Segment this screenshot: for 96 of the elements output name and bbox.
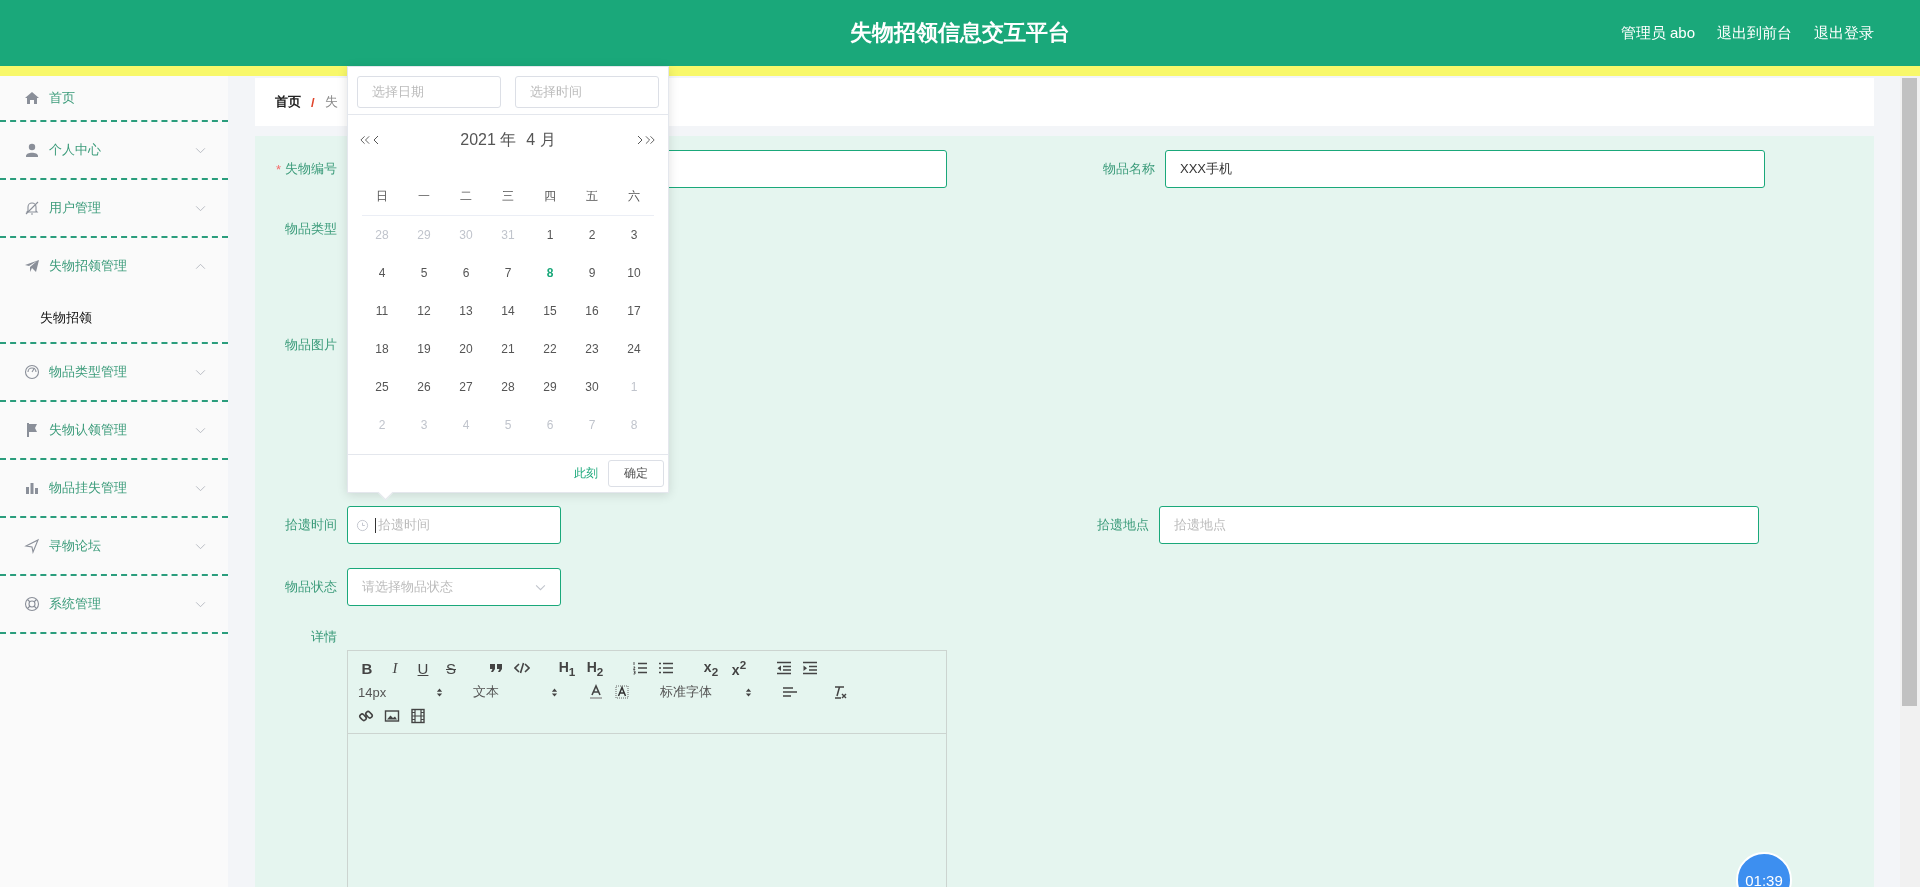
format-button[interactable]: S: [442, 659, 460, 677]
field-label: 失物编号: [285, 160, 337, 178]
format-button[interactable]: B: [358, 659, 376, 677]
scrollbar-thumb[interactable]: [1902, 78, 1917, 706]
image-icon[interactable]: [384, 708, 400, 724]
user-icon: [24, 142, 40, 158]
calendar-day[interactable]: 22: [529, 330, 571, 368]
link-icon[interactable]: [358, 708, 374, 724]
calendar-day[interactable]: 26: [403, 368, 445, 406]
heading-button[interactable]: H$_{2}$: [586, 658, 604, 678]
script-button[interactable]: x$_{2}$: [702, 658, 720, 678]
breadcrumb-separator: /: [311, 94, 315, 110]
flag-icon: [24, 422, 40, 438]
required-mark: *: [275, 161, 281, 177]
weekday-label: 四: [543, 187, 557, 205]
code-icon[interactable]: [514, 660, 530, 676]
calendar-day[interactable]: 4: [361, 254, 403, 292]
calendar-day[interactable]: 17: [613, 292, 655, 330]
paper-plane-icon: [24, 258, 40, 274]
clock-icon: [356, 518, 369, 532]
confirm-button[interactable]: 确定: [608, 460, 664, 487]
double-chevron-right-icon[interactable]: [645, 135, 656, 145]
calendar-day[interactable]: 23: [571, 330, 613, 368]
format-button[interactable]: U: [414, 659, 432, 677]
field-label: 详情: [311, 628, 337, 646]
weekday-label: 日: [375, 187, 389, 205]
calendar-day[interactable]: 21: [487, 330, 529, 368]
month-label[interactable]: 4 月: [526, 130, 556, 148]
calendar-day[interactable]: 15: [529, 292, 571, 330]
calendar-day[interactable]: 11: [361, 292, 403, 330]
chevron-left-icon[interactable]: [373, 135, 379, 145]
calendar-day[interactable]: 13: [445, 292, 487, 330]
weekday-label: 三: [501, 187, 515, 205]
calendar-day[interactable]: 1: [529, 216, 571, 254]
clear-format-icon[interactable]: [832, 684, 848, 700]
field-label: 物品状态: [285, 578, 337, 596]
calendar-day[interactable]: 6: [445, 254, 487, 292]
chevron-right-icon[interactable]: [637, 135, 643, 145]
calendar-day[interactable]: 30: [571, 368, 613, 406]
outdent-icon[interactable]: [776, 660, 792, 676]
calendar-day[interactable]: 27: [445, 368, 487, 406]
calendar-day[interactable]: 25: [361, 368, 403, 406]
chevron-down-icon: [535, 583, 546, 591]
double-chevron-left-icon[interactable]: [360, 135, 371, 145]
breadcrumb-link[interactable]: 失: [324, 93, 338, 111]
field-label: 拾遗地点: [1097, 516, 1149, 534]
gauge-icon: [24, 364, 40, 380]
indent-icon[interactable]: [802, 660, 818, 676]
year-label[interactable]: 2021 年: [460, 130, 517, 148]
calendar-day[interactable]: 9: [571, 254, 613, 292]
field-label: 物品类型: [285, 220, 337, 238]
sort-icon: [436, 686, 443, 698]
field-label: 物品图片: [285, 336, 337, 354]
calendar-day[interactable]: 24: [613, 330, 655, 368]
weekday-label: 五: [585, 187, 599, 205]
input-field[interactable]: XXX手机: [1165, 150, 1765, 188]
calendar-day[interactable]: 19: [403, 330, 445, 368]
home-icon: [24, 90, 40, 106]
weekday-label: 六: [627, 187, 641, 205]
heading-select[interactable]: 文本: [473, 683, 558, 701]
calendar-day[interactable]: 3: [613, 216, 655, 254]
sort-icon: [551, 686, 558, 698]
align-left-icon[interactable]: [782, 684, 798, 700]
site-title: 失物招领信息交互平台: [850, 19, 1070, 47]
calendar-day[interactable]: 18: [361, 330, 403, 368]
font-size-select[interactable]: 14px: [358, 684, 443, 700]
lifebuoy-icon: [24, 596, 40, 612]
bullet-list-icon[interactable]: [658, 660, 674, 676]
text-color-icon[interactable]: [588, 684, 604, 700]
heading-button[interactable]: H$_{1}$: [558, 658, 576, 678]
bar-chart-icon: [24, 480, 40, 496]
calendar-day[interactable]: 12: [403, 292, 445, 330]
calendar-day[interactable]: 29: [529, 368, 571, 406]
font-family-select[interactable]: 标准字体: [660, 683, 752, 701]
weekday-label: 一: [417, 187, 431, 205]
calendar-day[interactable]: 14: [487, 292, 529, 330]
sort-icon: [745, 686, 752, 698]
submenu-item[interactable]: 失物招领: [0, 294, 228, 342]
calendar-day[interactable]: 16: [571, 292, 613, 330]
script-button[interactable]: x$^{2}$: [730, 658, 748, 678]
calendar-day[interactable]: 20: [445, 330, 487, 368]
video-icon[interactable]: [410, 708, 426, 724]
calendar-day[interactable]: 5: [403, 254, 445, 292]
bell-off-icon: [24, 200, 40, 216]
calendar-day[interactable]: 7: [487, 254, 529, 292]
calendar-day[interactable]: 28: [487, 368, 529, 406]
calendar-day[interactable]: 10: [613, 254, 655, 292]
highlight-icon[interactable]: [614, 684, 630, 700]
breadcrumb-link[interactable]: 首页: [275, 93, 301, 111]
weekday-label: 二: [459, 187, 473, 205]
format-button[interactable]: I: [386, 659, 404, 677]
field-label: 拾遗时间: [285, 516, 337, 534]
navigation-icon: [24, 538, 40, 554]
calendar-day[interactable]: 2: [571, 216, 613, 254]
numbered-list-icon[interactable]: [632, 660, 648, 676]
field-label: 物品名称: [1103, 160, 1155, 178]
